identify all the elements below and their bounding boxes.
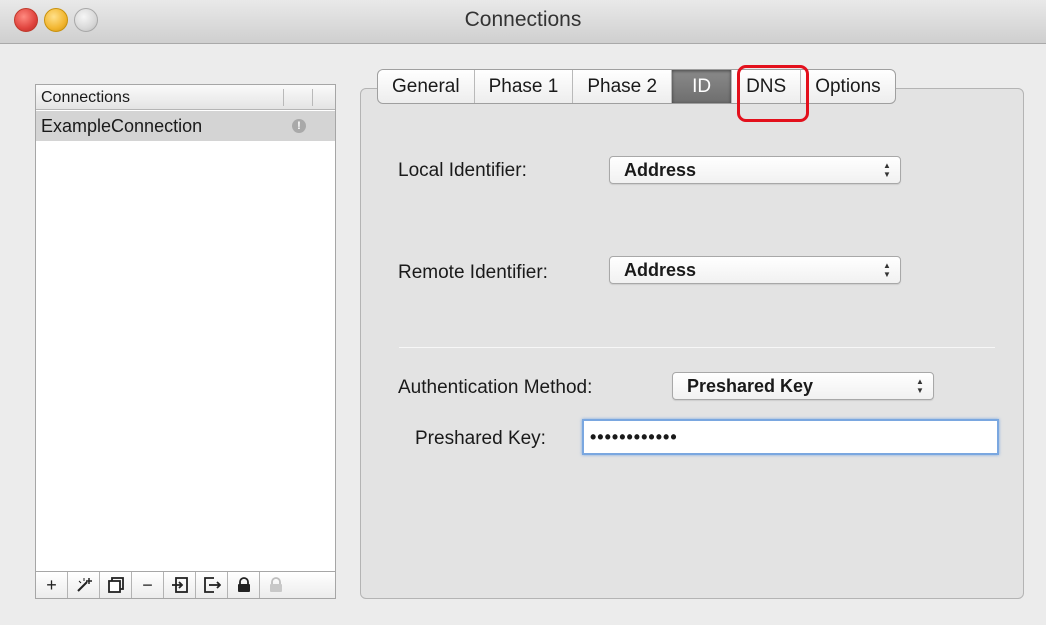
import-button[interactable] (164, 572, 196, 598)
duplicate-icon (107, 577, 124, 593)
unlock-icon (270, 577, 282, 592)
column-divider (283, 89, 284, 106)
local-identifier-value: Address (624, 160, 697, 180)
highlight-annotation (737, 65, 809, 122)
connections-header-label: Connections (41, 89, 130, 106)
preshared-key-value: •••••••••••• (590, 427, 678, 447)
wizard-button[interactable] (68, 572, 100, 598)
authentication-method-label: Authentication Method: (398, 377, 593, 398)
tab-id[interactable]: ID (672, 70, 733, 103)
divider (399, 347, 995, 348)
preshared-key-label: Preshared Key: (415, 428, 546, 449)
local-identifier-select[interactable]: Address ▲ ▼ (609, 156, 901, 184)
connections-list[interactable]: Connections ExampleConnection ! + − (35, 84, 336, 599)
tab-bar: General Phase 1 Phase 2 ID DNS Options (377, 69, 896, 104)
local-identifier-label: Local Identifier: (398, 160, 527, 181)
tab-phase-2[interactable]: Phase 2 (573, 70, 673, 103)
preshared-key-field[interactable]: •••••••••••• (582, 419, 999, 455)
connections-toolbar: + − (35, 571, 336, 599)
connection-row-exampleconnection[interactable]: ExampleConnection ! (36, 111, 335, 141)
import-icon (171, 577, 188, 593)
window-title: Connections (464, 8, 582, 31)
wizard-icon (76, 578, 92, 592)
info-icon: ! (292, 119, 306, 133)
duplicate-connection-button[interactable] (100, 572, 132, 598)
add-icon: + (46, 574, 57, 595)
remote-identifier-select[interactable]: Address ▲ ▼ (609, 256, 901, 284)
add-connection-button[interactable]: + (36, 572, 68, 598)
remove-icon: − (142, 574, 153, 595)
connections-list-header[interactable]: Connections (36, 85, 335, 110)
title-bar: Connections (0, 0, 1046, 44)
chevron-up-down-icon: ▲ ▼ (916, 377, 924, 395)
lock-button[interactable] (228, 572, 260, 598)
export-icon (203, 577, 221, 593)
remove-connection-button[interactable]: − (132, 572, 164, 598)
authentication-method-select[interactable]: Preshared Key ▲ ▼ (672, 372, 934, 400)
connection-name: ExampleConnection (41, 116, 203, 136)
unlock-button[interactable] (260, 572, 292, 598)
lock-icon (237, 577, 250, 592)
tab-general[interactable]: General (378, 70, 475, 103)
remote-identifier-value: Address (624, 260, 697, 280)
export-button[interactable] (196, 572, 228, 598)
chevron-up-down-icon: ▲ ▼ (883, 161, 891, 179)
column-divider (312, 89, 313, 106)
tab-phase-1[interactable]: Phase 1 (475, 70, 574, 103)
chevron-up-down-icon: ▲ ▼ (883, 261, 891, 279)
tab-options[interactable]: Options (801, 70, 894, 103)
authentication-method-value: Preshared Key (687, 376, 814, 396)
remote-identifier-label: Remote Identifier: (398, 262, 548, 283)
